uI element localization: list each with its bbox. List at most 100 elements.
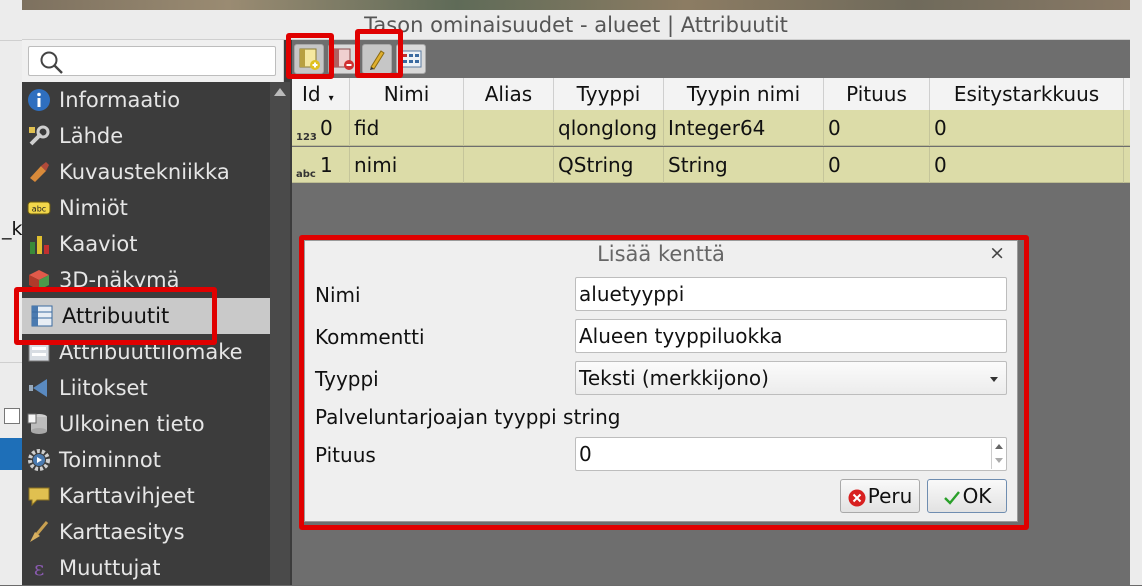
sidebar-item-label: Ulkoinen tieto: [59, 412, 205, 436]
checkmark-icon: [943, 490, 960, 505]
spin-up-icon[interactable]: [991, 439, 1005, 454]
field-calculator-button[interactable]: [396, 44, 426, 74]
paintbrush-icon: [30, 162, 49, 182]
background-checkbox: [4, 408, 20, 424]
column-header-pituus[interactable]: Pituus: [824, 78, 930, 110]
sidebar: Informaatio Lähde Kuvaustekniikka abc Ni…: [22, 82, 270, 585]
column-header-tyypin-nimi[interactable]: Tyypin nimi: [664, 78, 824, 110]
cell-tyypin-nimi: String: [664, 147, 824, 183]
cell-pituus: 0: [824, 110, 930, 146]
type-select[interactable]: Teksti (merkkijono): [575, 361, 1007, 395]
sidebar-item-label: Attribuutit: [62, 304, 170, 328]
background-left-panel: _kp: [0, 0, 35, 585]
cell-tyypin-nimi: Integer64: [664, 110, 824, 146]
background-divider: [0, 362, 22, 363]
sidebar-item-attribuutit[interactable]: Attribuutit: [22, 298, 270, 334]
sidebar-item-label: Kuvaustekniikka: [59, 160, 230, 184]
label-icon: abc: [27, 201, 51, 215]
sidebar-item-nimiot[interactable]: abc Nimiöt: [22, 190, 270, 226]
sidebar-item-informaatio[interactable]: Informaatio: [22, 82, 270, 118]
variable-icon: ε: [34, 556, 44, 580]
sidebar-item-label: Kaaviot: [59, 232, 138, 256]
svg-text:abc: abc: [32, 205, 46, 214]
new-field-button[interactable]: [294, 44, 324, 74]
length-label: Pituus: [315, 443, 376, 467]
cancel-button[interactable]: Peru: [840, 479, 920, 513]
column-header-tyyppi[interactable]: Tyyppi: [554, 78, 664, 110]
provider-type-label: Palveluntarjoajan tyyppi string: [315, 405, 621, 429]
length-stepper[interactable]: 0: [575, 437, 1007, 471]
calculator-icon: [400, 50, 422, 68]
cell-nimi: nimi: [350, 147, 464, 183]
search-input[interactable]: [28, 46, 276, 76]
ok-label: OK: [962, 484, 992, 508]
sidebar-item-muuttujat[interactable]: ε Muuttujat: [22, 550, 270, 586]
cell-id: 123 0: [292, 110, 350, 146]
sidebar-item-kaaviot[interactable]: Kaaviot: [22, 226, 270, 262]
join-icon: [29, 379, 47, 397]
table-row[interactable]: 123 0 fid qlonglong Integer64 0 0: [292, 110, 1130, 146]
text-type-icon: abc: [296, 169, 316, 180]
length-value: 0: [579, 442, 592, 466]
sidebar-item-liitokset[interactable]: Liitokset: [22, 370, 270, 406]
broom-icon: [30, 521, 49, 542]
sidebar-item-kuvaustekniikka[interactable]: Kuvaustekniikka: [22, 154, 270, 190]
sidebar-item-label: Karttavihjeet: [59, 484, 195, 508]
database-icon: [27, 413, 47, 434]
sidebar-item-toiminnot[interactable]: Toiminnot: [22, 442, 270, 478]
cell-alias: [464, 110, 554, 146]
table-header: Id ▾ Nimi Alias Tyyppi Tyypin nimi Pituus…: [292, 78, 1130, 110]
cell-tyyppi: QString: [554, 147, 664, 183]
sidebar-item-label: Karttaesitys: [59, 520, 185, 544]
sidebar-item-label: Toiminnot: [59, 448, 161, 472]
table-row[interactable]: abc 1 nimi QString String 0 0: [292, 147, 1130, 183]
background-divider: [0, 40, 22, 41]
sidebar-item-label: Liitokset: [59, 376, 148, 400]
sidebar-item-3d-nakyma[interactable]: 3D-näkymä: [22, 262, 270, 298]
pencil-icon: [370, 50, 385, 70]
sidebar-item-label: Lähde: [59, 124, 124, 148]
wrench-icon: [29, 125, 50, 146]
background-selected-row: [0, 438, 22, 470]
ok-button[interactable]: OK: [927, 479, 1007, 513]
type-label: Tyyppi: [315, 367, 379, 391]
chevron-down-icon: [990, 377, 998, 382]
toggle-editing-button[interactable]: [362, 44, 392, 74]
column-header-id[interactable]: Id ▾: [292, 78, 350, 110]
sidebar-item-lahde[interactable]: Lähde: [22, 118, 270, 154]
comment-label: Kommentti: [315, 325, 425, 349]
comment-field[interactable]: Alueen tyyppiluokka: [575, 319, 1007, 353]
gear-icon: [28, 449, 50, 471]
sidebar-item-karttaesitys[interactable]: Karttaesitys: [22, 514, 270, 550]
column-header-nimi[interactable]: Nimi: [350, 78, 464, 110]
cancel-label: Peru: [867, 484, 913, 508]
name-field[interactable]: aluetyyppi: [575, 277, 1007, 311]
column-header-alias[interactable]: Alias: [464, 78, 554, 110]
sidebar-item-karttavihjeet[interactable]: Karttavihjeet: [22, 478, 270, 514]
sidebar-item-attribuuttilomake[interactable]: Attribuuttilomake: [22, 334, 270, 370]
close-icon[interactable]: ×: [989, 242, 1005, 264]
sidebar-item-label: Muuttujat: [59, 556, 161, 580]
sidebar-item-label: Informaatio: [59, 88, 181, 112]
cell-nimi: fid: [350, 110, 464, 146]
delete-field-button[interactable]: [328, 44, 358, 74]
search-icon: [40, 51, 63, 74]
scroll-up-arrow[interactable]: [274, 88, 286, 96]
info-icon: [28, 89, 50, 111]
search-area: [22, 40, 284, 82]
form-icon: [28, 342, 50, 362]
type-select-value: Teksti (merkkijono): [579, 366, 769, 390]
cancel-icon: [848, 489, 866, 506]
fields-toolbar: [292, 40, 1130, 78]
cube-icon: [29, 270, 49, 290]
name-label: Nimi: [315, 283, 361, 307]
sidebar-scrollbar[interactable]: [270, 82, 290, 585]
svg-text:ε: ε: [34, 556, 44, 580]
dialog-title: Lisää kenttä: [597, 242, 725, 266]
column-header-esitystarkkuus[interactable]: Esitystarkkuus: [930, 78, 1124, 110]
cell-esitystarkkuus: 0: [930, 147, 1124, 183]
sidebar-item-ulkoinen-tieto[interactable]: Ulkoinen tieto: [22, 406, 270, 442]
cell-alias: [464, 147, 554, 183]
spin-down-icon[interactable]: [991, 454, 1005, 469]
cell-pituus: 0: [824, 147, 930, 183]
